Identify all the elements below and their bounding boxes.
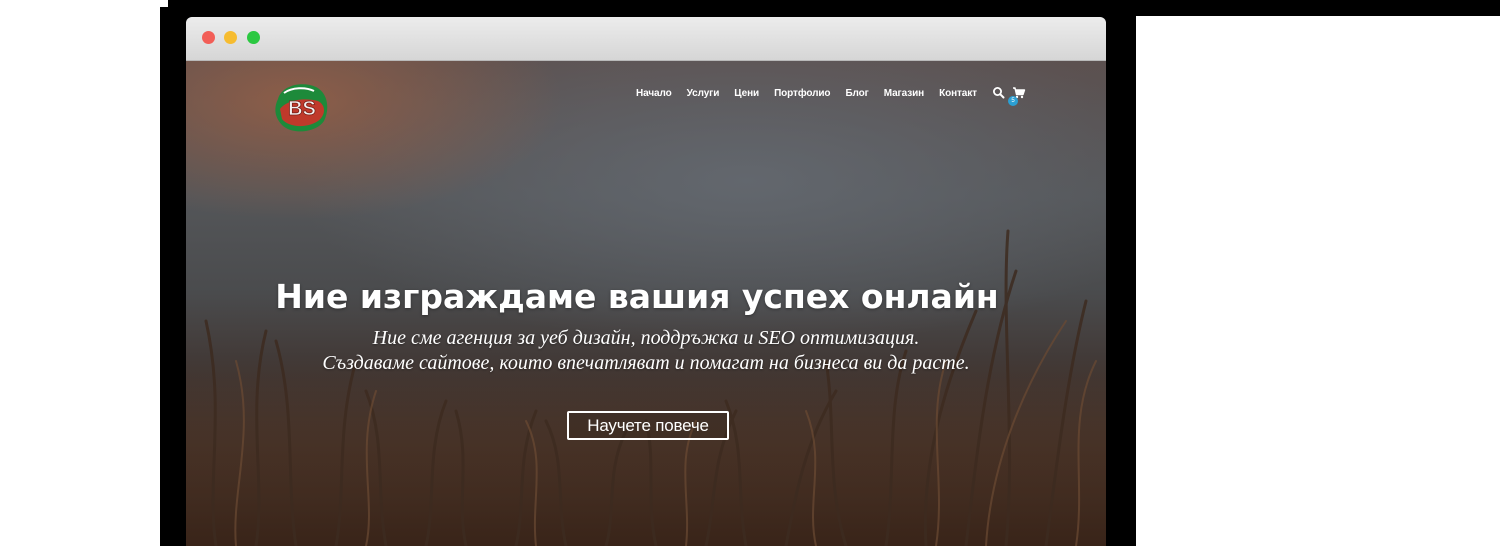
hero-subline-1: Ние сме агенция за уеб дизайн, поддръжка… xyxy=(372,327,920,349)
logo-image[interactable]: BS xyxy=(272,79,332,135)
search-icon[interactable] xyxy=(992,86,1006,100)
browser-window: BS Начало Услуги Цени Портфолио Блог Маг… xyxy=(186,17,1106,546)
browser-titlebar xyxy=(186,17,1106,61)
logo-text: BS xyxy=(288,98,316,120)
top-black-strip xyxy=(168,0,1500,7)
cart-count-badge: 5 xyxy=(1008,96,1018,106)
nav-item-shop[interactable]: Магазин xyxy=(884,88,924,99)
hero-section: BS Начало Услуги Цени Портфолио Блог Маг… xyxy=(186,61,1106,546)
hero-subline-2: Създаваме сайтове, които впечатляват и п… xyxy=(322,352,970,374)
nav-item-blog[interactable]: Блог xyxy=(845,88,868,99)
maximize-window-button[interactable] xyxy=(247,31,260,44)
nav-item-portfolio[interactable]: Портфолио xyxy=(774,88,830,99)
nav-item-prices[interactable]: Цени xyxy=(734,88,759,99)
nav-item-services[interactable]: Услуги xyxy=(687,88,720,99)
main-navigation: Начало Услуги Цени Портфолио Блог Магази… xyxy=(636,84,1032,102)
hero-headline: Ние изграждаме вашия успех онлайн xyxy=(275,277,999,316)
minimize-window-button[interactable] xyxy=(224,31,237,44)
learn-more-button-label: Научете повече xyxy=(587,415,709,435)
close-window-button[interactable] xyxy=(202,31,215,44)
top-black-strip-right xyxy=(1136,7,1500,16)
nav-item-home[interactable]: Начало xyxy=(636,88,672,99)
nav-item-contact[interactable]: Контакт xyxy=(939,88,977,99)
learn-more-button[interactable]: Научете повече xyxy=(567,411,729,440)
